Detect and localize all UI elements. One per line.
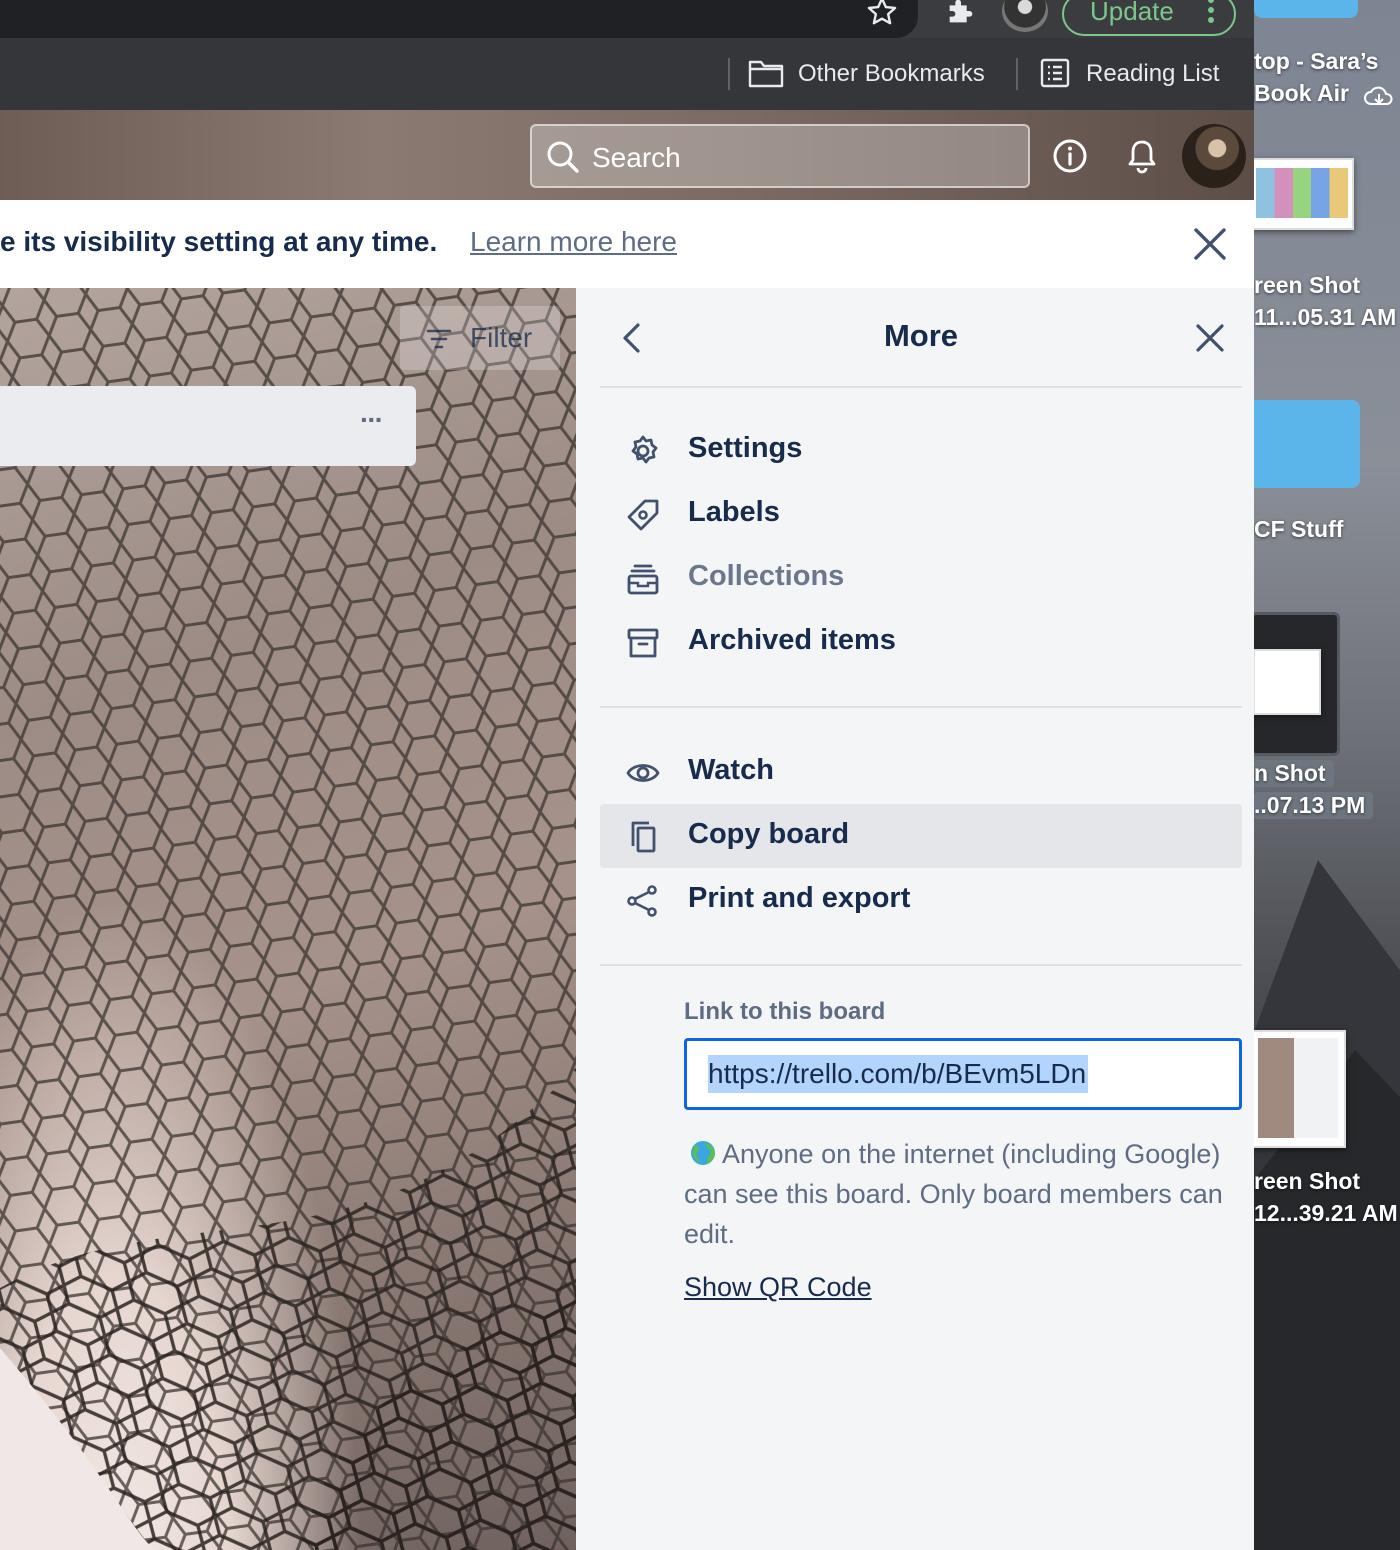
desktop-item-label[interactable]: CF Stuff: [1254, 516, 1343, 543]
menu-item-print-and-export[interactable]: Print and export: [600, 868, 1242, 932]
archive-icon: [627, 628, 659, 658]
extensions-puzzle-icon[interactable]: [944, 0, 978, 28]
folder-icon[interactable]: [1254, 0, 1358, 18]
search-placeholder: Search: [592, 142, 681, 173]
search-icon: [547, 141, 579, 173]
visibility-text: Anyone on the internet (including Google…: [684, 1139, 1223, 1249]
menu-item-watch[interactable]: Watch: [600, 740, 1242, 804]
menu-item-label: Collections: [688, 560, 845, 592]
folder-icon: [748, 60, 784, 88]
menu-item-archived-items[interactable]: Archived items: [600, 610, 1242, 674]
bookmark-label: Other Bookmarks: [798, 60, 985, 87]
share-icon: [627, 885, 657, 917]
filter-button[interactable]: Filter: [400, 306, 560, 370]
reading-list-icon: [1040, 58, 1070, 88]
desktop-item-label[interactable]: top - Sara’s: [1254, 48, 1378, 75]
board-link-value[interactable]: https://trello.com/b/BEvm5LDn: [708, 1058, 1086, 1090]
desktop-item-label[interactable]: 11...05.31 AM: [1254, 304, 1396, 331]
selected-file[interactable]: [1254, 612, 1340, 756]
copy-icon: [631, 821, 656, 853]
panel-divider: [600, 386, 1242, 388]
gear-icon: [631, 435, 658, 464]
desktop-item-label[interactable]: reen Shot: [1254, 272, 1360, 299]
menu-item-labels[interactable]: Labels: [600, 482, 1242, 546]
collections-icon: [627, 564, 659, 595]
search-input[interactable]: Search: [530, 124, 1030, 188]
screenshot-thumbnail[interactable]: [1254, 1030, 1346, 1148]
panel-title: More: [883, 318, 959, 353]
show-qr-code-link[interactable]: Show QR Code: [684, 1272, 872, 1303]
filter-label: Filter: [470, 322, 533, 353]
panel-divider: [600, 706, 1242, 708]
menu-item-collections[interactable]: Collections: [600, 546, 1242, 610]
desktop-item-label[interactable]: reen Shot: [1254, 1168, 1360, 1195]
info-icon[interactable]: [1052, 138, 1088, 174]
menu-item-label: Watch: [688, 754, 774, 786]
learn-more-link[interactable]: Learn more here: [470, 226, 677, 258]
menu-item-label: Archived items: [688, 624, 896, 656]
notification-bell-icon[interactable]: [1126, 138, 1158, 174]
banner-close-icon[interactable]: [1192, 226, 1228, 262]
menu-item-label: Labels: [688, 496, 780, 528]
board-background-image: [0, 288, 576, 1550]
board-list-header[interactable]: ···: [0, 386, 416, 466]
desktop-item-label[interactable]: n Shot: [1254, 760, 1334, 787]
update-button[interactable]: Update: [1062, 0, 1236, 36]
desktop-item-label[interactable]: 12...39.21 AM: [1254, 1200, 1398, 1227]
board-canvas: [0, 288, 576, 1550]
filter-icon: [426, 329, 452, 349]
bookmark-label: Reading List: [1086, 60, 1220, 87]
kebab-menu-icon: [1208, 0, 1214, 23]
member-avatar[interactable]: [1182, 124, 1246, 188]
banner-text: e its visibility setting at any time.: [0, 226, 438, 257]
globe-icon: [691, 1141, 715, 1165]
icloud-icon: [1364, 86, 1393, 105]
visibility-description: Anyone on the internet (including Google…: [684, 1134, 1224, 1254]
folder-icon[interactable]: [1254, 400, 1360, 488]
bookmark-star-icon[interactable]: [866, 0, 898, 28]
eye-icon: [626, 764, 660, 782]
address-bar[interactable]: [0, 0, 918, 38]
desktop-item-label[interactable]: Book Air: [1254, 80, 1349, 107]
menu-item-settings[interactable]: Settings: [600, 418, 1242, 482]
screenshot-thumbnail[interactable]: [1254, 158, 1354, 230]
menu-item-label: Print and export: [688, 882, 911, 914]
list-menu-icon[interactable]: ···: [360, 404, 384, 436]
panel-divider: [600, 964, 1242, 966]
desktop-item-label[interactable]: ..07.13 PM: [1254, 792, 1374, 819]
bookmarks-separator: [1016, 58, 1018, 90]
panel-close-icon[interactable]: [1194, 322, 1226, 354]
menu-item-label: Copy board: [688, 818, 850, 850]
menu-item-copy-board[interactable]: Copy board: [600, 804, 1242, 868]
desktop: top - Sara’s Book Air reen Shot 11...05.…: [1254, 0, 1400, 1550]
menu-item-label: Settings: [688, 432, 803, 464]
update-button-label: Update: [1090, 0, 1174, 26]
tag-icon: [627, 499, 659, 531]
link-to-board-label: Link to this board: [684, 998, 886, 1025]
bookmarks-separator: [728, 58, 730, 90]
